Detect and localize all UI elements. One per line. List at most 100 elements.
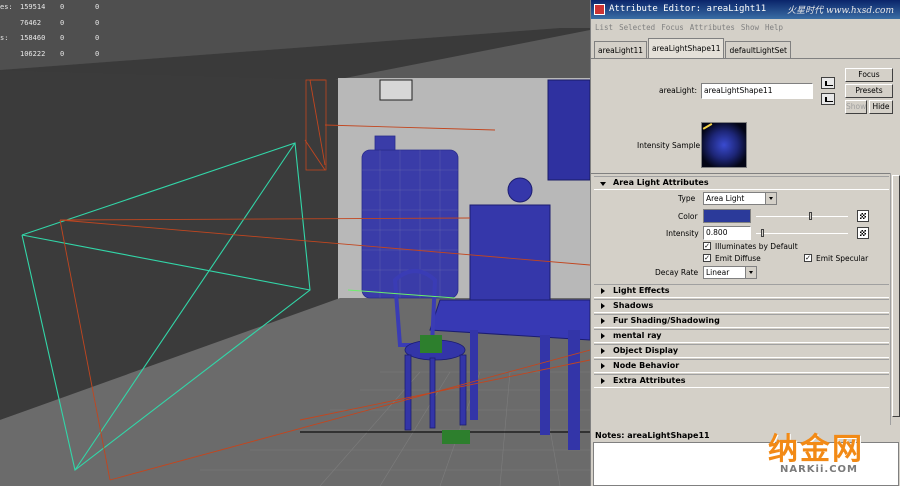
section-title: Object Display bbox=[613, 346, 679, 355]
decay-rate-value: Linear bbox=[706, 268, 730, 277]
illuminates-by-default-label: Illuminates by Default bbox=[715, 242, 798, 251]
node-name-label: areaLight: bbox=[659, 86, 697, 95]
chevron-down-icon bbox=[765, 193, 776, 204]
intensity-slider-handle[interactable] bbox=[761, 229, 765, 237]
3d-viewport[interactable]: es: 159514 0 0 76462 0 0 s: 158460 0 0 106222 0 0 bbox=[0, 0, 590, 486]
hud-value: 0 bbox=[60, 3, 65, 11]
hud-value: 106222 bbox=[20, 49, 46, 58]
section-title: Light Effects bbox=[613, 286, 670, 295]
output-connections-icon[interactable] bbox=[821, 93, 835, 105]
attribute-scrollbar[interactable] bbox=[890, 173, 900, 425]
light-type-value: Area Light bbox=[706, 194, 745, 203]
logo-chinese-text: 纳金网 bbox=[768, 432, 864, 467]
section-node-behavior[interactable]: Node Behavior bbox=[594, 359, 889, 373]
chevron-down-icon bbox=[745, 267, 756, 278]
watermark-text: 火星时代 www.hxsd.com bbox=[787, 6, 894, 16]
intensity-sample-label: Intensity Sample bbox=[637, 141, 701, 150]
light-rays-icon bbox=[702, 123, 716, 135]
hud-row: s: 158460 0 0 bbox=[0, 31, 120, 47]
expand-arrow-icon bbox=[601, 288, 605, 294]
hud-label bbox=[0, 47, 20, 63]
expand-arrow-icon bbox=[601, 318, 605, 324]
scene-render bbox=[0, 0, 590, 486]
attribute-sections: Area Light Attributes Type Area Light Co… bbox=[591, 173, 900, 425]
hud-label: es: bbox=[0, 3, 13, 11]
color-label: Color bbox=[678, 212, 698, 221]
hud-row: 76462 0 0 bbox=[0, 16, 120, 32]
intensity-map-button[interactable] bbox=[857, 227, 869, 239]
logo-site-text: NARKii.COM bbox=[780, 464, 859, 475]
section-title: Area Light Attributes bbox=[613, 178, 709, 187]
color-map-button[interactable] bbox=[857, 210, 869, 222]
section-object-display[interactable]: Object Display bbox=[594, 344, 889, 358]
node-tabs: areaLight11 areaLightShape11 defaultLigh… bbox=[591, 37, 900, 59]
hide-button[interactable]: Hide bbox=[869, 100, 893, 114]
tab-arealight11[interactable]: areaLight11 bbox=[594, 41, 647, 58]
expand-arrow-icon bbox=[601, 363, 605, 369]
intensity-label: Intensity bbox=[666, 229, 699, 238]
menu-attributes[interactable]: Attributes bbox=[690, 23, 735, 32]
decay-rate-dropdown[interactable]: Linear bbox=[703, 266, 757, 279]
section-title: Shadows bbox=[613, 301, 654, 310]
section-light-effects[interactable]: Light Effects bbox=[594, 284, 889, 298]
presets-button[interactable]: Presets bbox=[845, 84, 893, 98]
menu-help[interactable]: Help bbox=[765, 23, 783, 32]
focus-button[interactable]: Focus bbox=[845, 68, 893, 82]
section-mental-ray[interactable]: mental ray bbox=[594, 329, 889, 343]
node-name-field[interactable]: areaLightShape11 bbox=[701, 83, 813, 99]
type-label: Type bbox=[678, 194, 696, 203]
tab-arealightshape11[interactable]: areaLightShape11 bbox=[648, 38, 725, 58]
section-title: Fur Shading/Shadowing bbox=[613, 316, 720, 325]
section-shadows[interactable]: Shadows bbox=[594, 299, 889, 313]
notes-label: Notes: areaLightShape11 bbox=[595, 431, 710, 440]
section-title: mental ray bbox=[613, 331, 662, 340]
hud-value: 76462 bbox=[20, 18, 42, 27]
hud-value: 159514 bbox=[20, 3, 46, 11]
poly-count-hud: es: 159514 0 0 76462 0 0 s: 158460 0 0 106222 0 0 bbox=[0, 0, 120, 62]
light-type-dropdown[interactable]: Area Light bbox=[703, 192, 777, 205]
hud-label: s: bbox=[0, 34, 9, 42]
section-area-light-attributes[interactable]: Area Light Attributes bbox=[594, 176, 889, 190]
emit-specular-label: Emit Specular bbox=[816, 254, 869, 263]
attribute-editor-window: Attribute Editor: areaLight11 火星时代 www.h… bbox=[590, 0, 900, 486]
menu-focus[interactable]: Focus bbox=[661, 23, 684, 32]
show-button[interactable]: Show bbox=[845, 100, 867, 114]
emit-specular-checkbox[interactable] bbox=[804, 254, 812, 262]
expand-arrow-icon bbox=[601, 303, 605, 309]
menu-selected[interactable]: Selected bbox=[619, 23, 655, 32]
decay-rate-label: Decay Rate bbox=[655, 268, 699, 277]
collapse-arrow-icon bbox=[600, 182, 606, 186]
hud-value: 158460 bbox=[20, 34, 46, 42]
section-fur-shading[interactable]: Fur Shading/Shadowing bbox=[594, 314, 889, 328]
color-swatch[interactable] bbox=[703, 209, 751, 223]
tab-defaultlightset[interactable]: defaultLightSet bbox=[725, 41, 791, 58]
menu-list[interactable]: List bbox=[595, 23, 613, 32]
color-slider-track[interactable] bbox=[756, 216, 848, 217]
color-slider-handle[interactable] bbox=[809, 212, 813, 220]
hud-value: 0 bbox=[60, 18, 65, 27]
hud-row: es: 159514 0 0 bbox=[0, 0, 120, 16]
emit-diffuse-label: Emit Diffuse bbox=[715, 254, 761, 263]
intensity-field[interactable]: 0.800 bbox=[703, 226, 751, 240]
hud-label bbox=[0, 16, 20, 32]
illuminates-by-default-checkbox[interactable] bbox=[703, 242, 711, 250]
expand-arrow-icon bbox=[601, 348, 605, 354]
hud-value: 0 bbox=[95, 49, 100, 58]
emit-diffuse-checkbox[interactable] bbox=[703, 254, 711, 262]
window-title: Attribute Editor: areaLight11 bbox=[609, 4, 767, 14]
expand-arrow-icon bbox=[601, 333, 605, 339]
section-title: Extra Attributes bbox=[613, 376, 686, 385]
hud-value: 0 bbox=[95, 34, 100, 42]
narkii-watermark-logo: 纳金网 NARKii.COM bbox=[760, 424, 895, 486]
menu-show[interactable]: Show bbox=[741, 23, 759, 32]
intensity-sample-swatch bbox=[701, 122, 747, 168]
section-title: Node Behavior bbox=[613, 361, 680, 370]
window-title-bar[interactable]: Attribute Editor: areaLight11 火星时代 www.h… bbox=[591, 0, 900, 19]
section-extra-attributes[interactable]: Extra Attributes bbox=[594, 374, 889, 388]
input-connections-icon[interactable] bbox=[821, 77, 835, 89]
intensity-slider-track[interactable] bbox=[756, 233, 848, 234]
maya-app-icon bbox=[594, 4, 605, 15]
menu-bar: List Selected Focus Attributes Show Help bbox=[591, 19, 900, 35]
hud-row: 106222 0 0 bbox=[0, 47, 120, 63]
expand-arrow-icon bbox=[601, 378, 605, 384]
